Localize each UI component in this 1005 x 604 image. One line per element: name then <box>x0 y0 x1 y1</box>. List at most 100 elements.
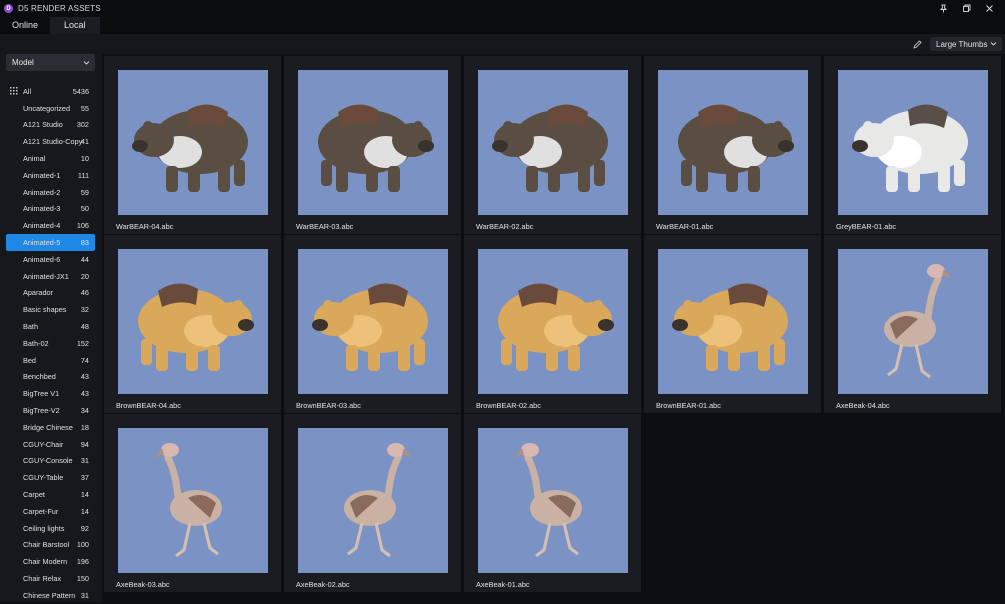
asset-card[interactable]: WarBEAR-04.abc <box>104 56 281 234</box>
sidebar-category-item[interactable]: Aparador 46 <box>6 285 95 302</box>
category-name: Animated-6 <box>23 254 61 264</box>
sidebar-category-item[interactable]: Animated-JX1 20 <box>6 268 95 285</box>
filter-dropdown[interactable]: Model <box>6 54 95 71</box>
category-name: Chair Barstool <box>23 540 70 550</box>
asset-card[interactable]: GreyBEAR-01.abc <box>824 56 1001 234</box>
category-count: 34 <box>80 406 89 416</box>
source-tabs: Online Local <box>0 17 1005 34</box>
category-count: 74 <box>80 355 89 365</box>
asset-name: BrownBEAR-04.abc <box>116 401 181 410</box>
category-name: A121 Studio-Copy <box>23 137 83 147</box>
category-name: Animated-1 <box>23 170 61 180</box>
asset-thumbnail <box>472 64 633 220</box>
sidebar-category-item[interactable]: Animated-1 111 <box>6 167 95 184</box>
sidebar-category-item[interactable]: Basic shapes 32 <box>6 301 95 318</box>
category-name: BigTree V1 <box>23 389 60 399</box>
asset-card[interactable]: AxeBeak-04.abc <box>824 235 1001 413</box>
category-count: 111 <box>77 170 89 180</box>
restore-icon[interactable] <box>955 2 978 15</box>
close-icon[interactable] <box>978 2 1001 15</box>
category-count: 302 <box>76 120 89 130</box>
sidebar-category-item[interactable]: BigTree-V2 34 <box>6 402 95 419</box>
category-list: All 5436 Uncategorized 55 A121 Studio 302 A121… <box>6 83 95 604</box>
sidebar-category-item[interactable]: Animated-4 106 <box>6 217 95 234</box>
asset-name: WarBEAR-02.abc <box>476 222 534 231</box>
asset-grid: WarBEAR-04.abc WarBEAR-03.abc WarBEAR-02.a… <box>102 54 1005 602</box>
sidebar-category-item[interactable]: Animated-5 83 <box>6 234 95 251</box>
asset-name: AxeBeak-01.abc <box>476 580 530 589</box>
asset-name: BrownBEAR-01.abc <box>656 401 721 410</box>
sidebar-category-item[interactable]: Benchbed 43 <box>6 369 95 386</box>
category-count: 152 <box>76 338 89 348</box>
app-title: D5 RENDER ASSETS <box>18 4 101 13</box>
asset-card[interactable]: WarBEAR-02.abc <box>464 56 641 234</box>
sidebar-category-item[interactable]: CGUY-Table 37 <box>6 469 95 486</box>
asset-card[interactable]: AxeBeak-02.abc <box>284 414 461 592</box>
asset-card[interactable]: BrownBEAR-03.abc <box>284 235 461 413</box>
sidebar-category-item[interactable]: Animated-6 44 <box>6 251 95 268</box>
asset-card[interactable]: AxeBeak-01.abc <box>464 414 641 592</box>
category-count: 100 <box>76 540 89 550</box>
category-name: Chinese Pattern <box>23 590 76 600</box>
sidebar-category-item[interactable]: Uncategorized 55 <box>6 100 95 117</box>
sidebar-category-item[interactable]: A121 Studio 302 <box>6 117 95 134</box>
view-mode-dropdown[interactable]: Large Thumbs <box>930 37 1002 51</box>
pin-icon[interactable] <box>932 2 955 15</box>
category-name: Carpet <box>23 490 45 500</box>
tab-local[interactable]: Local <box>50 17 100 34</box>
asset-card[interactable]: AxeBeak-03.abc <box>104 414 281 592</box>
title-bar: D D5 RENDER ASSETS <box>0 0 1005 17</box>
category-count: 48 <box>80 322 89 332</box>
category-count: 37 <box>80 473 89 483</box>
category-name: A121 Studio <box>23 120 63 130</box>
sidebar-category-item[interactable]: Animated-3 50 <box>6 201 95 218</box>
sidebar-category-item[interactable]: Animal 10 <box>6 150 95 167</box>
category-name: Basic shapes <box>23 305 67 315</box>
sidebar-category-item[interactable]: A121 Studio-Copy 41 <box>6 133 95 150</box>
asset-thumbnail <box>112 243 273 399</box>
sidebar-category-item[interactable]: Bath-02 152 <box>6 335 95 352</box>
filter-label: Model <box>12 58 34 67</box>
category-count: 5436 <box>72 86 89 96</box>
category-count: 10 <box>80 154 89 164</box>
sidebar-category-item[interactable]: Chair Modern 196 <box>6 553 95 570</box>
sidebar-category-item[interactable]: Carpet 14 <box>6 486 95 503</box>
category-name: Ceiling lights <box>23 523 65 533</box>
sidebar-category-item[interactable]: Ceiling lights 92 <box>6 520 95 537</box>
asset-name: BrownBEAR-03.abc <box>296 401 361 410</box>
asset-card[interactable]: BrownBEAR-04.abc <box>104 235 281 413</box>
category-name: Bath <box>23 322 39 332</box>
tab-online[interactable]: Online <box>0 17 50 34</box>
asset-thumbnail <box>652 243 813 399</box>
sidebar-category-item[interactable]: Chair Barstool 100 <box>6 537 95 554</box>
asset-card[interactable]: WarBEAR-03.abc <box>284 56 461 234</box>
asset-card[interactable]: BrownBEAR-01.abc <box>644 235 821 413</box>
sidebar-category-item[interactable]: Carpet-Fur 14 <box>6 503 95 520</box>
asset-thumbnail <box>112 64 273 220</box>
category-count: 92 <box>80 523 89 533</box>
sidebar-category-item[interactable]: BigTree V1 43 <box>6 385 95 402</box>
sidebar-category-item[interactable]: Chair Relax 150 <box>6 570 95 587</box>
category-name: Bridge Chinese <box>23 422 73 432</box>
app-logo-icon: D <box>4 4 13 13</box>
category-name: CGUY-Chair <box>23 439 64 449</box>
sidebar-category-item[interactable]: Bath 48 <box>6 318 95 335</box>
sidebar-category-item[interactable]: CGUY-Console 31 <box>6 453 95 470</box>
category-count: 14 <box>80 490 89 500</box>
sidebar-category-item[interactable]: Chinese Pattern 31 <box>6 587 95 604</box>
category-count: 41 <box>80 137 89 147</box>
category-count: 31 <box>80 456 89 466</box>
sidebar-category-item[interactable]: Animated-2 59 <box>6 184 95 201</box>
sidebar-category-item[interactable]: Bridge Chinese 18 <box>6 419 95 436</box>
asset-card[interactable]: BrownBEAR-02.abc <box>464 235 641 413</box>
asset-card[interactable]: WarBEAR-01.abc <box>644 56 821 234</box>
asset-thumbnail <box>292 64 453 220</box>
sidebar-category-item[interactable]: All 5436 <box>6 83 95 100</box>
sidebar-category-item[interactable]: CGUY-Chair 94 <box>6 436 95 453</box>
sidebar-category-item[interactable]: Bed 74 <box>6 352 95 369</box>
category-count: 18 <box>80 422 89 432</box>
edit-pencil-icon[interactable] <box>911 38 923 50</box>
asset-thumbnail <box>472 422 633 578</box>
asset-name: BrownBEAR-02.abc <box>476 401 541 410</box>
category-count: 94 <box>80 439 89 449</box>
